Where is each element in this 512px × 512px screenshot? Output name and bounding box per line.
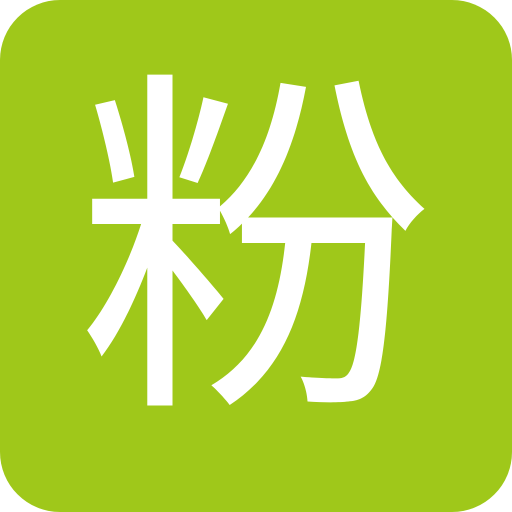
app-icon-tile[interactable]: 粉: [0, 0, 512, 512]
app-icon-glyph: 粉: [76, 43, 436, 462]
